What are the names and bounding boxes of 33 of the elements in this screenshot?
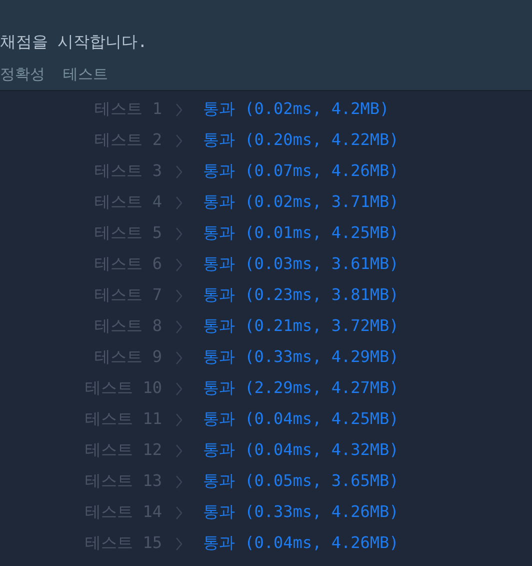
test-result: 통과 (0.03ms, 3.61MB) <box>203 254 399 275</box>
chevron-icon <box>176 226 182 240</box>
chevron-icon <box>176 196 182 210</box>
test-result: 통과 (0.01ms, 4.25MB) <box>203 223 399 244</box>
test-result: 통과 (0.33ms, 4.26MB) <box>203 502 399 523</box>
chevron-icon <box>176 474 182 488</box>
console-message: 채점을 시작합니다. <box>0 32 148 52</box>
section-title: 테스트 <box>63 64 108 84</box>
chevron-icon <box>176 288 182 302</box>
chevron-icon <box>176 444 182 458</box>
section-title: 정확성 <box>0 64 45 84</box>
chevron-icon <box>176 102 182 116</box>
chevron-icon <box>176 320 182 334</box>
chevron-icon <box>176 536 182 550</box>
test-result: 통과 (0.05ms, 3.65MB) <box>203 471 399 492</box>
chevron-icon <box>176 164 182 178</box>
chevron-icon <box>176 412 182 426</box>
chevron-icon <box>176 382 182 396</box>
test-result: 통과 (0.07ms, 4.26MB) <box>203 161 399 182</box>
test-result: 통과 (0.04ms, 4.25MB) <box>203 409 399 430</box>
test-result: 통과 (0.33ms, 4.29MB) <box>203 347 399 368</box>
test-result: 통과 (0.02ms, 3.71MB) <box>203 192 399 213</box>
chevron-icon <box>176 506 182 520</box>
test-result: 통과 (2.29ms, 4.27MB) <box>203 378 399 399</box>
chevron-icon <box>176 258 182 272</box>
test-result: 통과 (0.23ms, 3.81MB) <box>203 285 399 306</box>
test-result: 통과 (0.20ms, 4.22MB) <box>203 130 399 151</box>
test-result: 통과 (0.02ms, 4.2MB) <box>203 99 390 120</box>
test-result: 통과 (0.21ms, 3.72MB) <box>203 316 399 337</box>
test-result: 통과 (0.04ms, 4.32MB) <box>203 440 399 461</box>
chevron-icon <box>176 134 182 148</box>
test-result: 통과 (0.04ms, 4.26MB) <box>203 533 399 554</box>
chevron-icon <box>176 350 182 364</box>
